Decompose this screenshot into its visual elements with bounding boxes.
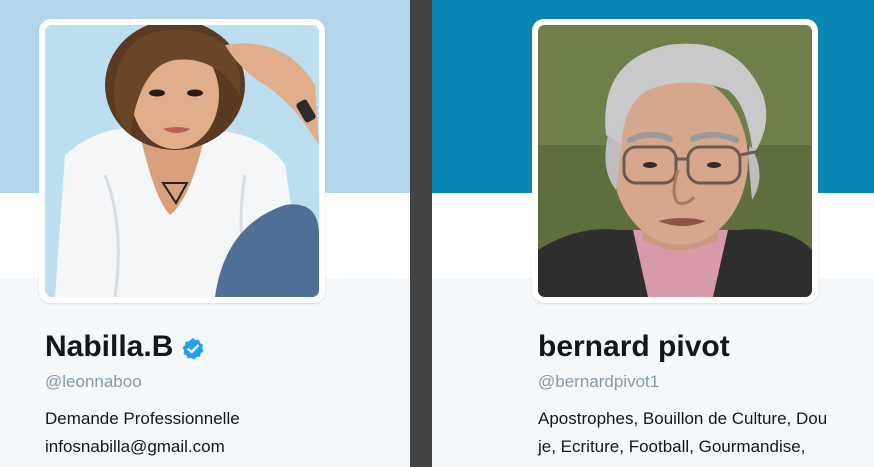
profile-card-nabilla: Nabilla.B @leonnaboo Demande Professionn… bbox=[0, 0, 410, 467]
profile-bio: Demande Professionnelle infosnabilla@gma… bbox=[45, 405, 240, 461]
profile-avatar[interactable] bbox=[39, 19, 325, 303]
profile-handle[interactable]: @leonnaboo bbox=[45, 372, 142, 392]
bio-line: infosnabilla@gmail.com bbox=[45, 437, 225, 456]
profile-card-bernard-pivot: bernard pivot @bernardpivot1 Apostrophes… bbox=[432, 0, 874, 467]
bio-line: Demande Professionnelle bbox=[45, 409, 240, 428]
profile-name[interactable]: bernard pivot bbox=[538, 330, 730, 364]
bio-line: je, Ecriture, Football, Gourmandise, bbox=[538, 437, 806, 456]
avatar-photo-man bbox=[538, 25, 812, 297]
profile-avatar[interactable] bbox=[532, 19, 818, 303]
display-name[interactable]: bernard pivot bbox=[538, 330, 730, 364]
profile-bio: Apostrophes, Bouillon de Culture, Dou je… bbox=[538, 405, 827, 461]
avatar-photo-woman bbox=[45, 25, 319, 297]
profile-handle[interactable]: @bernardpivot1 bbox=[538, 372, 659, 392]
profile-name[interactable]: Nabilla.B bbox=[45, 330, 205, 364]
bio-line: Apostrophes, Bouillon de Culture, Dou bbox=[538, 409, 828, 428]
verified-badge-icon bbox=[181, 335, 205, 360]
panel-divider bbox=[410, 0, 432, 467]
display-name[interactable]: Nabilla.B bbox=[45, 330, 173, 364]
